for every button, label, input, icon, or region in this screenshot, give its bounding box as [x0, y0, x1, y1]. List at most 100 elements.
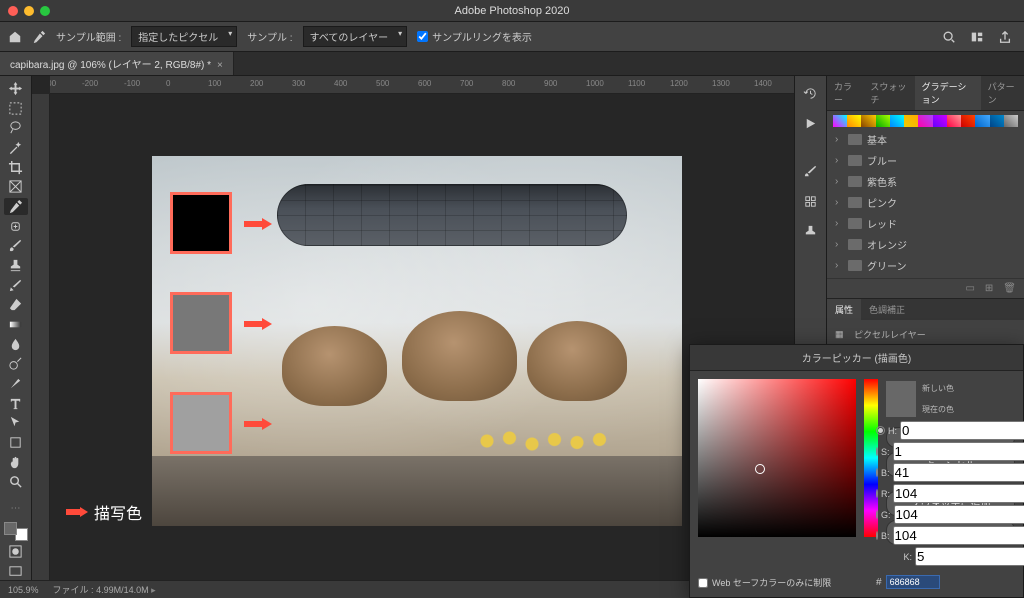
gradient-folder[interactable]: レッド	[827, 213, 1024, 234]
tab-patterns[interactable]: パターン	[981, 76, 1024, 110]
toolbox: ⋯	[0, 76, 32, 580]
arrow-icon	[244, 318, 272, 330]
document-tab[interactable]: capibara.jpg @ 106% (レイヤー 2, RGB/8#) *×	[0, 52, 234, 75]
s-input[interactable]	[893, 442, 1024, 461]
document-canvas[interactable]	[152, 156, 682, 526]
tab-adjustments[interactable]: 色調補正	[861, 299, 913, 320]
h-radio[interactable]	[876, 426, 885, 435]
gradient-presets[interactable]	[827, 111, 1024, 127]
path-select-tool[interactable]	[4, 414, 28, 431]
new-current-swatch[interactable]	[886, 381, 916, 417]
arrow-icon	[244, 418, 272, 430]
blur-tool[interactable]	[4, 336, 28, 353]
gradient-tool[interactable]	[4, 316, 28, 333]
home-icon[interactable]	[8, 30, 22, 44]
h-input[interactable]	[900, 421, 1024, 440]
shape-tool[interactable]	[4, 434, 28, 451]
gradient-folder[interactable]: ピンク	[827, 192, 1024, 213]
sample-ring-checkbox[interactable]: サンプルリングを表示	[417, 29, 532, 44]
bl-radio[interactable]	[876, 531, 878, 540]
sample-layers-select[interactable]: すべてのレイヤー	[303, 26, 408, 47]
arrow-icon	[66, 507, 88, 517]
marquee-tool[interactable]	[4, 100, 28, 117]
swatch-black	[170, 192, 232, 254]
websafe-checkbox[interactable]: Web セーフカラーのみに制限	[698, 576, 831, 589]
tab-swatches[interactable]: スウォッチ	[863, 76, 914, 110]
gradient-folder[interactable]: オレンジ	[827, 234, 1024, 255]
share-icon[interactable]	[998, 30, 1012, 44]
frame-tool[interactable]	[4, 178, 28, 195]
pixel-layer-icon: ▦	[835, 329, 844, 340]
pen-tool[interactable]	[4, 375, 28, 392]
hand-tool[interactable]	[4, 454, 28, 471]
eyedropper-tool[interactable]	[4, 198, 28, 215]
crop-tool[interactable]	[4, 159, 28, 176]
brush-panel-icon[interactable]	[799, 160, 823, 182]
window-minimize[interactable]	[24, 6, 34, 16]
canvas-area[interactable]: -300-200-1000100200300400500600700800900…	[32, 76, 794, 580]
bl-input[interactable]	[893, 526, 1024, 545]
gradient-folder[interactable]: ブルー	[827, 150, 1024, 171]
sv-field[interactable]	[698, 379, 856, 537]
clone-panel-icon[interactable]	[799, 220, 823, 242]
k-input[interactable]	[915, 547, 1024, 566]
window-close[interactable]	[8, 6, 18, 16]
edit-toolbar[interactable]: ⋯	[4, 501, 28, 518]
dodge-tool[interactable]	[4, 355, 28, 372]
r-radio[interactable]	[876, 489, 878, 498]
folder-icon[interactable]: ▭	[965, 283, 974, 294]
r-input[interactable]	[893, 484, 1024, 503]
tab-properties[interactable]: 属性	[827, 299, 861, 320]
document-tabs: capibara.jpg @ 106% (レイヤー 2, RGB/8#) *×	[0, 52, 1024, 76]
color-swatches[interactable]	[4, 522, 28, 540]
title-bar: Adobe Photoshop 2020	[0, 0, 1024, 22]
options-bar: サンプル範囲 : 指定したピクセル サンプル : すべてのレイヤー サンプルリン…	[0, 22, 1024, 52]
b-radio[interactable]	[876, 468, 878, 477]
sample-range-select[interactable]: 指定したピクセル	[131, 26, 237, 47]
heal-tool[interactable]	[4, 218, 28, 235]
brush-tool[interactable]	[4, 237, 28, 254]
move-tool[interactable]	[4, 80, 28, 97]
gradient-folder[interactable]: グリーン	[827, 255, 1024, 276]
g-input[interactable]	[894, 505, 1024, 524]
window-zoom[interactable]	[40, 6, 50, 16]
sample-label: サンプル :	[247, 29, 292, 44]
history-panel-icon[interactable]	[799, 82, 823, 104]
brushes-panel-icon[interactable]	[799, 190, 823, 212]
s-radio[interactable]	[876, 447, 878, 456]
new-icon[interactable]: ⊞	[985, 283, 993, 294]
tab-color[interactable]: カラー	[827, 76, 863, 110]
wand-tool[interactable]	[4, 139, 28, 156]
play-panel-icon[interactable]	[799, 112, 823, 134]
swatch-lightgray	[170, 392, 232, 454]
search-icon[interactable]	[942, 30, 956, 44]
app-title: Adobe Photoshop 2020	[455, 5, 570, 17]
arrow-icon	[244, 218, 272, 230]
g-radio[interactable]	[876, 510, 878, 519]
gradient-folder[interactable]: 基本	[827, 129, 1024, 150]
sample-range-label: サンプル範囲 :	[56, 29, 121, 44]
history-brush-tool[interactable]	[4, 277, 28, 294]
annotation: 描写色	[66, 500, 142, 524]
screenmode-tool[interactable]	[4, 563, 28, 580]
stamp-tool[interactable]	[4, 257, 28, 274]
color-panel-tabs: カラー スウォッチ グラデーション パターン	[827, 76, 1024, 111]
gradient-folder[interactable]: 紫色系	[827, 171, 1024, 192]
hex-input[interactable]	[886, 575, 940, 589]
workspace-icon[interactable]	[970, 30, 984, 44]
tab-gradients[interactable]: グラデーション	[915, 76, 981, 110]
type-tool[interactable]	[4, 395, 28, 412]
zoom-value[interactable]: 105.9%	[8, 585, 39, 595]
eyedropper-icon[interactable]	[32, 30, 46, 44]
eraser-tool[interactable]	[4, 296, 28, 313]
quickmask-tool[interactable]	[4, 544, 28, 561]
picker-title: カラーピッカー (描画色)	[690, 345, 1023, 371]
ruler-vertical[interactable]	[32, 94, 50, 580]
trash-icon[interactable]: 🗑	[1003, 283, 1016, 294]
bv-input[interactable]	[893, 463, 1024, 482]
swatch-gray	[170, 292, 232, 354]
ruler-horizontal[interactable]: -300-200-1000100200300400500600700800900…	[50, 76, 794, 94]
lasso-tool[interactable]	[4, 119, 28, 136]
close-icon[interactable]: ×	[217, 60, 223, 71]
zoom-tool[interactable]	[4, 473, 28, 490]
